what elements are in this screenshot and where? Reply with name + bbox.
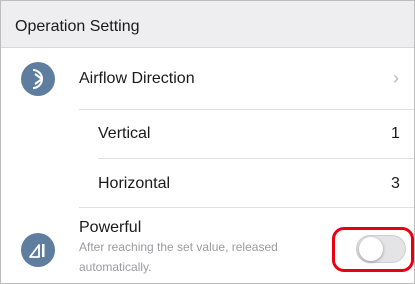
- horizontal-label: Horizontal: [98, 175, 171, 192]
- horizontal-row[interactable]: Horizontal 3: [1, 159, 414, 208]
- section-title: Operation Setting: [15, 18, 140, 35]
- vertical-row[interactable]: Vertical 1: [1, 110, 414, 159]
- section-header: Operation Setting: [1, 1, 414, 48]
- airflow-direction-row[interactable]: Airflow Direction ›: [1, 48, 414, 110]
- powerful-mode-icon: [21, 233, 55, 267]
- powerful-description: After reaching the set value, released a…: [79, 240, 278, 274]
- vertical-label: Vertical: [98, 125, 151, 142]
- operation-setting-panel: Operation Setting Airflow Direction › Ve…: [0, 0, 415, 284]
- horizontal-value: 3: [391, 175, 400, 192]
- highlight-box: [332, 227, 414, 272]
- airflow-direction-label: Airflow Direction: [79, 70, 195, 87]
- vertical-value: 1: [391, 125, 400, 142]
- airflow-direction-icon: [21, 62, 55, 96]
- chevron-right-icon: ›: [393, 68, 399, 88]
- powerful-label: Powerful: [79, 219, 142, 236]
